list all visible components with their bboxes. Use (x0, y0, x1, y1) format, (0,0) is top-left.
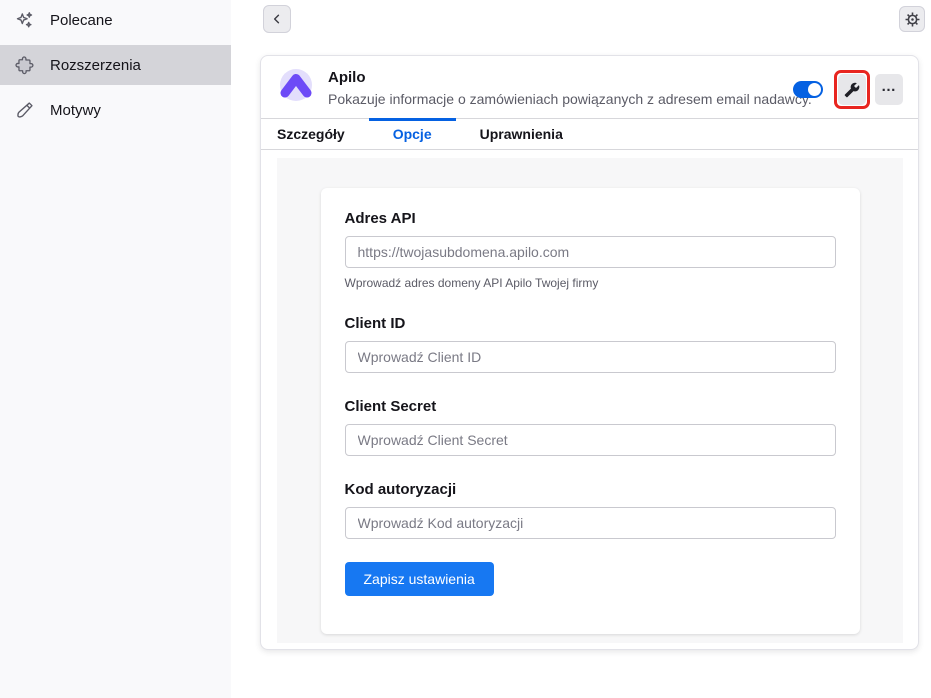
settings-form: Adres API Wprowadź adres domeny API Apil… (321, 188, 860, 634)
brush-icon (13, 99, 35, 121)
tab-details[interactable]: Szczegóły (277, 119, 369, 149)
field-label: Adres API (345, 210, 836, 227)
apilo-logo-icon (278, 67, 314, 103)
extension-controls: … (793, 70, 903, 109)
puzzle-icon (13, 54, 35, 76)
adres-api-input[interactable] (345, 236, 836, 268)
client-id-input[interactable] (345, 341, 836, 373)
extension-header: Apilo Pokazuje informacje o zamówieniach… (261, 56, 918, 118)
annotation-highlight-box (834, 70, 870, 109)
field-client-id: Client ID (345, 315, 836, 373)
field-adres-api: Adres API Wprowadź adres domeny API Apil… (345, 210, 836, 290)
tab-permissions[interactable]: Uprawnienia (456, 119, 587, 149)
field-client-secret: Client Secret (345, 398, 836, 456)
tab-permissions-label: Uprawnienia (480, 126, 563, 142)
extension-tools-button[interactable] (838, 74, 866, 105)
addons-manager: Polecane Rozszerzenia Motywy (0, 0, 931, 698)
ellipsis-icon: … (881, 79, 897, 100)
extension-card: Apilo Pokazuje informacje o zamówieniach… (260, 55, 919, 650)
field-helper-text: Wprowadź adres domeny API Apilo Twojej f… (345, 276, 836, 290)
options-panel: Adres API Wprowadź adres domeny API Apil… (277, 158, 903, 643)
field-label: Kod autoryzacji (345, 481, 836, 498)
stars-icon (13, 9, 35, 31)
sidebar: Polecane Rozszerzenia Motywy (0, 0, 231, 698)
settings-button[interactable] (899, 6, 925, 32)
sidebar-item-label: Motywy (50, 102, 101, 119)
gear-icon (903, 10, 922, 29)
wrench-icon (844, 82, 860, 98)
tab-options-label: Opcje (393, 126, 432, 142)
kod-autoryzacji-input[interactable] (345, 507, 836, 539)
field-label: Client ID (345, 315, 836, 332)
tab-options[interactable]: Opcje (369, 119, 456, 149)
client-secret-input[interactable] (345, 424, 836, 456)
sidebar-item-extensions[interactable]: Rozszerzenia (0, 45, 231, 85)
toggle-knob (808, 83, 821, 96)
sidebar-item-recommended[interactable]: Polecane (0, 0, 231, 40)
sidebar-item-label: Polecane (50, 12, 113, 29)
more-options-button[interactable]: … (875, 74, 903, 105)
field-kod-autoryzacji: Kod autoryzacji (345, 481, 836, 539)
extension-description: Pokazuje informacje o zamówieniach powią… (328, 91, 779, 107)
chevron-left-icon (270, 12, 284, 26)
extension-name: Apilo (328, 69, 779, 86)
main-area: Apilo Pokazuje informacje o zamówieniach… (231, 0, 931, 698)
field-label: Client Secret (345, 398, 836, 415)
extension-info: Apilo Pokazuje informacje o zamówieniach… (328, 67, 779, 107)
sidebar-item-themes[interactable]: Motywy (0, 90, 231, 130)
tab-bar: Szczegóły Opcje Uprawnienia (261, 118, 918, 150)
tab-details-label: Szczegóły (277, 126, 345, 142)
back-button[interactable] (263, 5, 291, 33)
enable-toggle[interactable] (793, 81, 823, 98)
save-settings-button[interactable]: Zapisz ustawienia (345, 562, 494, 596)
sidebar-item-label: Rozszerzenia (50, 57, 141, 74)
